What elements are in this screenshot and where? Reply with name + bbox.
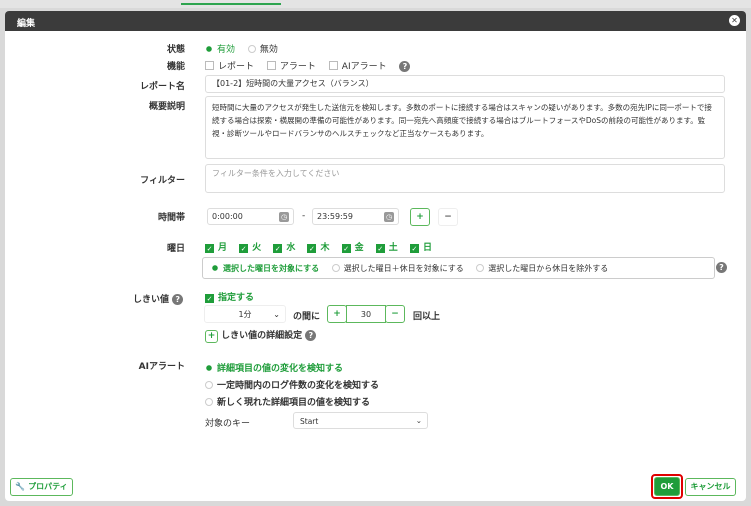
threshold-increment-button[interactable]: + (327, 305, 347, 323)
description-textarea[interactable]: 短時間に大量のアクセスが発生した送信元を検知します。多数のポートに接続する場合は… (205, 96, 725, 159)
time-separator: - (302, 211, 306, 221)
report-name-input[interactable]: 【01-2】短時間の大量アクセス（バランス） (205, 75, 725, 93)
feature-report-checkbox[interactable]: レポート (205, 59, 254, 72)
properties-button[interactable]: 🔧 プロパティ (10, 478, 73, 496)
mode-include-holidays-radio[interactable]: 選択した曜日＋休日を対象にする (331, 262, 464, 275)
weekday-mon-checkbox[interactable]: ✓ 月 (205, 240, 227, 253)
time-range-label: 時間帯 (157, 213, 185, 223)
weekday-checkboxes: ✓ 月 ✓ 火 ✓ 水 ✓ 木 ✓ 金 ✓ 土 ✓ 日 (205, 240, 442, 253)
threshold-label: しきい値 (133, 295, 170, 305)
plus-icon[interactable]: + (205, 330, 218, 343)
help-icon[interactable]: ? (305, 330, 317, 341)
target-key-select[interactable]: Start ⌄ (293, 412, 428, 429)
weekday-wed-checkbox[interactable]: ✓ 水 (273, 240, 295, 253)
ai-option-value-change-radio[interactable]: 詳細項目の値の変化を検知する (205, 361, 343, 374)
weekday-fri-checkbox[interactable]: ✓ 金 (341, 240, 364, 253)
description-label: 概要説明 (148, 102, 185, 112)
weekday-sun-checkbox[interactable]: ✓ 日 (409, 240, 432, 253)
ai-option-new-value-radio[interactable]: 新しく現れた詳細項目の値を検知する (205, 395, 370, 408)
help-icon[interactable]: ? (716, 262, 727, 273)
help-icon[interactable]: ? (172, 294, 184, 305)
threshold-label-group: しきい値 ? (133, 292, 184, 305)
chevron-down-icon: ⌄ (415, 416, 422, 425)
dialog-header: 編集 ✕ (5, 11, 746, 31)
wrench-icon: 🔧 (15, 482, 26, 491)
mode-exclude-holidays-radio[interactable]: 選択した曜日から休日を除外する (476, 262, 608, 275)
feature-alert-checkbox[interactable]: アラート (266, 59, 316, 72)
ai-alert-label: AIアラート (138, 362, 185, 372)
weekday-mode-group: 選択した曜日を対象にする 選択した曜日＋休日を対象にする 選択した曜日から休日を… (202, 257, 715, 279)
threshold-decrement-button[interactable]: − (385, 305, 405, 323)
weekday-thu-checkbox[interactable]: ✓ 木 (307, 240, 329, 253)
filter-label: フィルター (140, 176, 185, 186)
feature-ai-alert-checkbox[interactable]: AIアラート (328, 59, 387, 72)
filter-textarea[interactable]: フィルター条件を入力してください (205, 164, 725, 193)
background-tabs (0, 0, 751, 8)
start-time-input[interactable]: 0:00:00 ◷ (207, 208, 294, 225)
ai-option-log-count-radio[interactable]: 一定時間内のログ件数の変化を検知する (205, 378, 379, 391)
weekday-sat-checkbox[interactable]: ✓ 土 (375, 240, 398, 253)
dialog-title: 編集 (17, 19, 36, 29)
remove-time-range-button[interactable]: − (438, 208, 458, 226)
weekdays-label: 曜日 (166, 244, 185, 254)
features-label: 機能 (166, 62, 185, 72)
status-disabled-radio[interactable]: 無効 (247, 42, 278, 55)
end-time-input[interactable]: 23:59:59 ◷ (312, 208, 399, 225)
help-icon[interactable]: ? (399, 61, 411, 72)
close-icon[interactable]: ✕ (729, 15, 740, 26)
threshold-suffix-text: 回以上 (413, 312, 441, 322)
target-key-label: 対象のキー (205, 419, 251, 429)
threshold-period-select[interactable]: 1分 ⌄ (204, 305, 286, 323)
status-enabled-radio[interactable]: 有効 (205, 42, 235, 55)
threshold-detail-toggle[interactable]: + しきい値の詳細設定 ? (205, 328, 317, 343)
threshold-between-text: の間に (293, 312, 321, 322)
clock-icon[interactable]: ◷ (384, 212, 394, 222)
mode-selected-days-radio[interactable]: 選択した曜日を対象にする (211, 262, 319, 275)
cancel-button[interactable]: キャンセル (685, 478, 736, 496)
add-time-range-button[interactable]: + (410, 208, 430, 226)
report-name-label: レポート名 (139, 82, 185, 92)
weekday-tue-checkbox[interactable]: ✓ 火 (239, 240, 261, 253)
chevron-down-icon: ⌄ (273, 310, 280, 319)
threshold-enable-checkbox[interactable]: ✓ 指定する (205, 290, 254, 303)
ok-button[interactable]: OK (654, 477, 680, 496)
threshold-count-input[interactable]: 30 (346, 305, 386, 323)
active-tab-indicator (181, 3, 281, 5)
clock-icon[interactable]: ◷ (279, 212, 289, 222)
status-label: 状態 (166, 45, 185, 55)
edit-dialog: 編集 ✕ 状態 有効 無効 機能 レポート アラート AIアラート ? レポート… (5, 11, 746, 501)
